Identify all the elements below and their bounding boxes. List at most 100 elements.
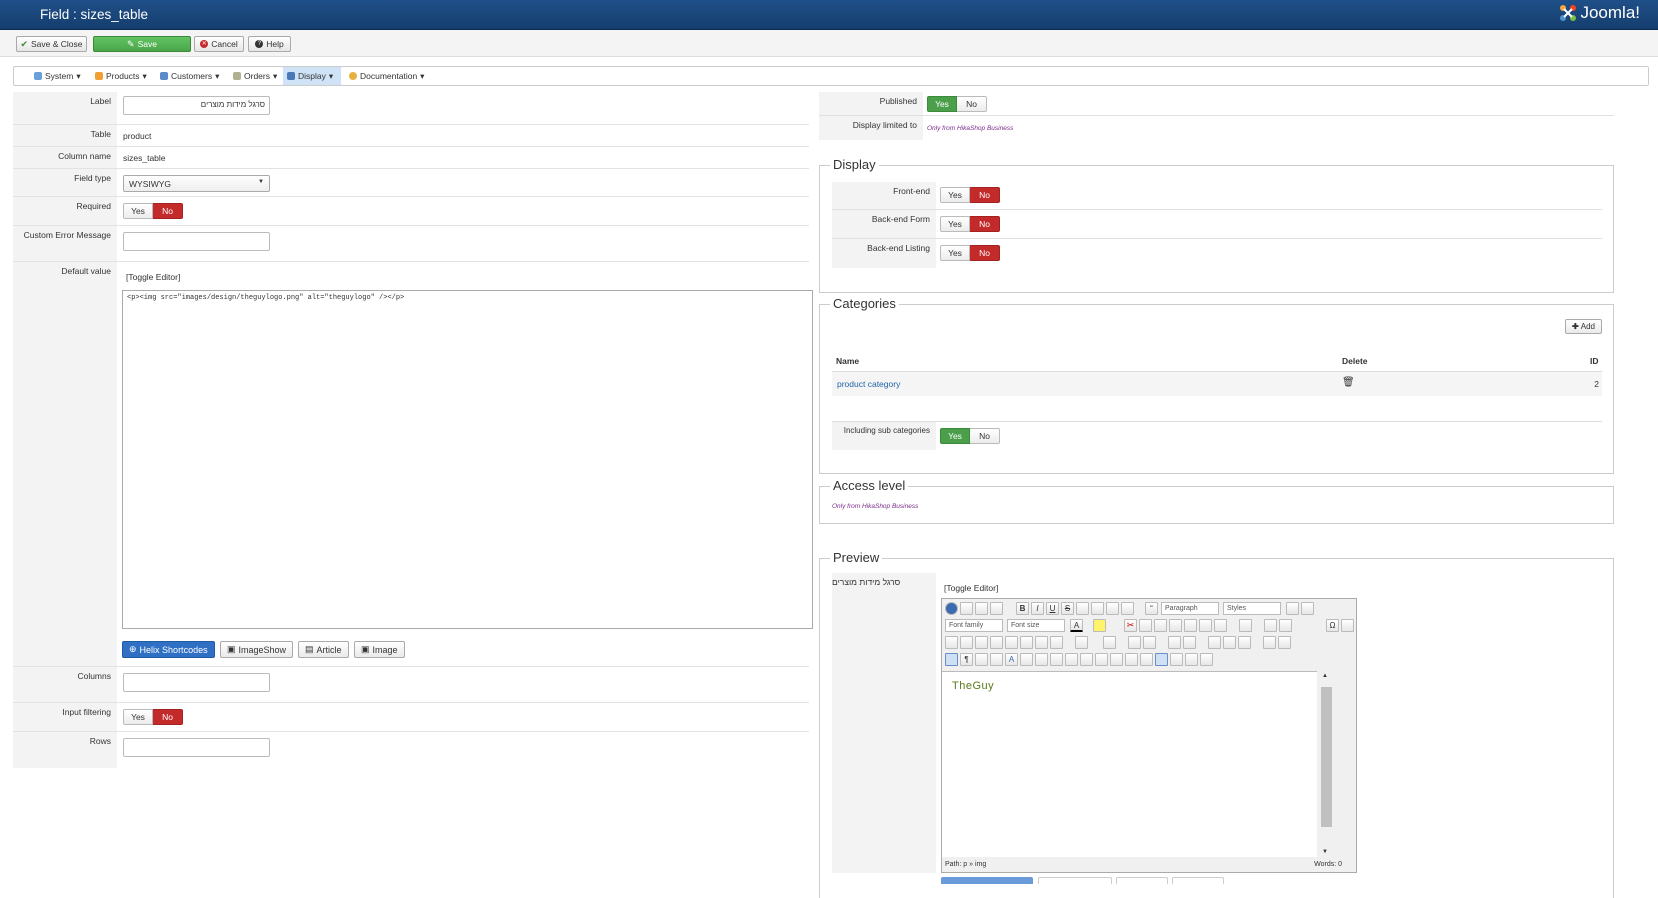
font-size-select[interactable]: Font size	[1007, 619, 1065, 632]
cell-props-icon[interactable]	[1143, 636, 1156, 649]
insert-image-icon[interactable]	[975, 653, 988, 666]
styles-select[interactable]: Styles	[1223, 602, 1281, 615]
paste-text-icon[interactable]	[1169, 619, 1182, 632]
preview-image-button[interactable]	[1172, 877, 1224, 884]
merge-cells-icon[interactable]	[1278, 636, 1291, 649]
ltr-icon[interactable]	[945, 636, 958, 649]
subscript-icon[interactable]	[1264, 619, 1277, 632]
pilcrow-icon[interactable]: ¶	[960, 653, 973, 666]
published-yes[interactable]: Yes	[927, 96, 957, 112]
underline-icon[interactable]: U	[1046, 602, 1059, 615]
attribs-icon[interactable]	[1095, 653, 1108, 666]
imageshow-button[interactable]: ▣ ImageShow	[220, 641, 294, 658]
visual-aid-icon[interactable]	[945, 653, 958, 666]
save-button[interactable]: ✎ Save	[93, 36, 191, 52]
strikethrough-icon[interactable]: S	[1061, 602, 1074, 615]
front-end-no[interactable]: No	[970, 187, 1000, 203]
required-yes[interactable]: Yes	[123, 203, 153, 219]
table-props-icon[interactable]	[1103, 636, 1116, 649]
required-no[interactable]: No	[153, 203, 183, 219]
align-justify-icon[interactable]	[1076, 602, 1089, 615]
trash-icon[interactable]: 🗑	[1342, 377, 1355, 388]
rows-input[interactable]	[123, 738, 270, 757]
scroll-down-icon[interactable]: ▼	[1322, 849, 1328, 855]
fullscreen-icon[interactable]	[975, 636, 988, 649]
preview-toggle-editor[interactable]: [Toggle Editor]	[944, 583, 998, 593]
save-close-button[interactable]: ✔ Save & Close	[16, 36, 87, 52]
input-filtering-yes[interactable]: Yes	[123, 709, 153, 725]
helix-shortcodes-button[interactable]: ⊕ Helix Shortcodes	[122, 641, 215, 658]
default-value-textarea[interactable]: <p><img src="images/design/theguylogo.pn…	[122, 290, 813, 629]
col-after-icon[interactable]	[1223, 636, 1236, 649]
blockquote-icon[interactable]: “	[1145, 602, 1158, 615]
highlight-icon[interactable]	[1093, 619, 1106, 632]
field-type-select[interactable]: WYSIWYG ▼	[123, 175, 270, 192]
eraser-icon[interactable]	[1301, 602, 1314, 615]
row-after-icon[interactable]	[1183, 636, 1196, 649]
menu-documentation[interactable]: Documentation ▾	[345, 67, 428, 85]
split-cells-icon[interactable]	[1263, 636, 1276, 649]
align-center-icon[interactable]	[1091, 602, 1104, 615]
paste-word-icon[interactable]	[1184, 619, 1197, 632]
toggle-editor-link[interactable]: [Toggle Editor]	[126, 272, 180, 282]
preview-article-button[interactable]	[1116, 877, 1168, 884]
copy-icon[interactable]	[1139, 619, 1152, 632]
row-before-icon[interactable]	[1168, 636, 1181, 649]
image-button[interactable]: ▣ Image	[354, 641, 405, 658]
style-props-icon[interactable]	[1140, 653, 1153, 666]
add-category-button[interactable]: ✚ Add	[1565, 319, 1602, 334]
italic-icon[interactable]: I	[1031, 602, 1044, 615]
article-button[interactable]: ▤ Article	[298, 641, 349, 658]
editor-scrollbar[interactable]: ▲ ▼	[1319, 671, 1333, 857]
align-left-icon[interactable]	[1106, 602, 1119, 615]
published-no[interactable]: No	[957, 96, 987, 112]
format-select[interactable]: Paragraph	[1161, 602, 1219, 615]
scroll-up-icon[interactable]: ▲	[1322, 673, 1328, 679]
bold-icon[interactable]: B	[1016, 602, 1029, 615]
insert-media-icon[interactable]	[990, 653, 1003, 666]
acronym-icon[interactable]	[1050, 653, 1063, 666]
delete-col-icon[interactable]	[1238, 636, 1251, 649]
text-color-icon[interactable]: A	[1070, 619, 1083, 632]
including-sub-yes[interactable]: Yes	[940, 428, 970, 444]
including-sub-no[interactable]: No	[970, 428, 1000, 444]
ins-icon[interactable]	[1080, 653, 1093, 666]
superscript-icon[interactable]	[1279, 619, 1292, 632]
search-icon[interactable]	[1035, 636, 1048, 649]
back-end-listing-no[interactable]: No	[970, 245, 1000, 261]
del-icon[interactable]	[1065, 653, 1078, 666]
layer-icon[interactable]	[1110, 653, 1123, 666]
redo-icon[interactable]	[990, 602, 1003, 615]
back-end-listing-yes[interactable]: Yes	[940, 245, 970, 261]
category-link[interactable]: product category	[837, 379, 900, 389]
menu-display[interactable]: Display ▾	[283, 67, 341, 85]
front-end-yes[interactable]: Yes	[940, 187, 970, 203]
special-char-icon[interactable]: Ω	[1326, 619, 1339, 632]
input-filtering-no[interactable]: No	[153, 709, 183, 725]
non-breaking-icon[interactable]	[1155, 653, 1168, 666]
bulleted-list-icon[interactable]	[1239, 619, 1252, 632]
align-right-icon[interactable]	[1121, 602, 1134, 615]
help-icon[interactable]	[945, 602, 958, 615]
custom-error-input[interactable]	[123, 232, 270, 251]
help-button[interactable]: ? Help	[248, 36, 291, 52]
cite-icon[interactable]	[1020, 653, 1033, 666]
replace-icon[interactable]	[1050, 636, 1063, 649]
cut-icon[interactable]: ✂	[1124, 619, 1137, 632]
menu-products[interactable]: Products ▾	[91, 67, 151, 85]
new-document-icon[interactable]	[960, 602, 973, 615]
paste-icon[interactable]	[1154, 619, 1167, 632]
numbered-list-icon[interactable]	[1214, 619, 1227, 632]
read-more-icon[interactable]	[1200, 653, 1213, 666]
preview-helix-button[interactable]	[941, 877, 1033, 884]
back-end-form-yes[interactable]: Yes	[940, 216, 970, 232]
label-input[interactable]: סרגל מידות מוצרים	[123, 96, 270, 115]
print-icon[interactable]	[1020, 636, 1033, 649]
back-end-form-no[interactable]: No	[970, 216, 1000, 232]
font-family-select[interactable]: Font family	[945, 619, 1003, 632]
spellcheck-icon[interactable]: A	[1005, 653, 1018, 666]
undo-icon[interactable]	[975, 602, 988, 615]
abbr-icon[interactable]	[1035, 653, 1048, 666]
rtl-icon[interactable]	[960, 636, 973, 649]
page-break-icon[interactable]	[1170, 653, 1183, 666]
